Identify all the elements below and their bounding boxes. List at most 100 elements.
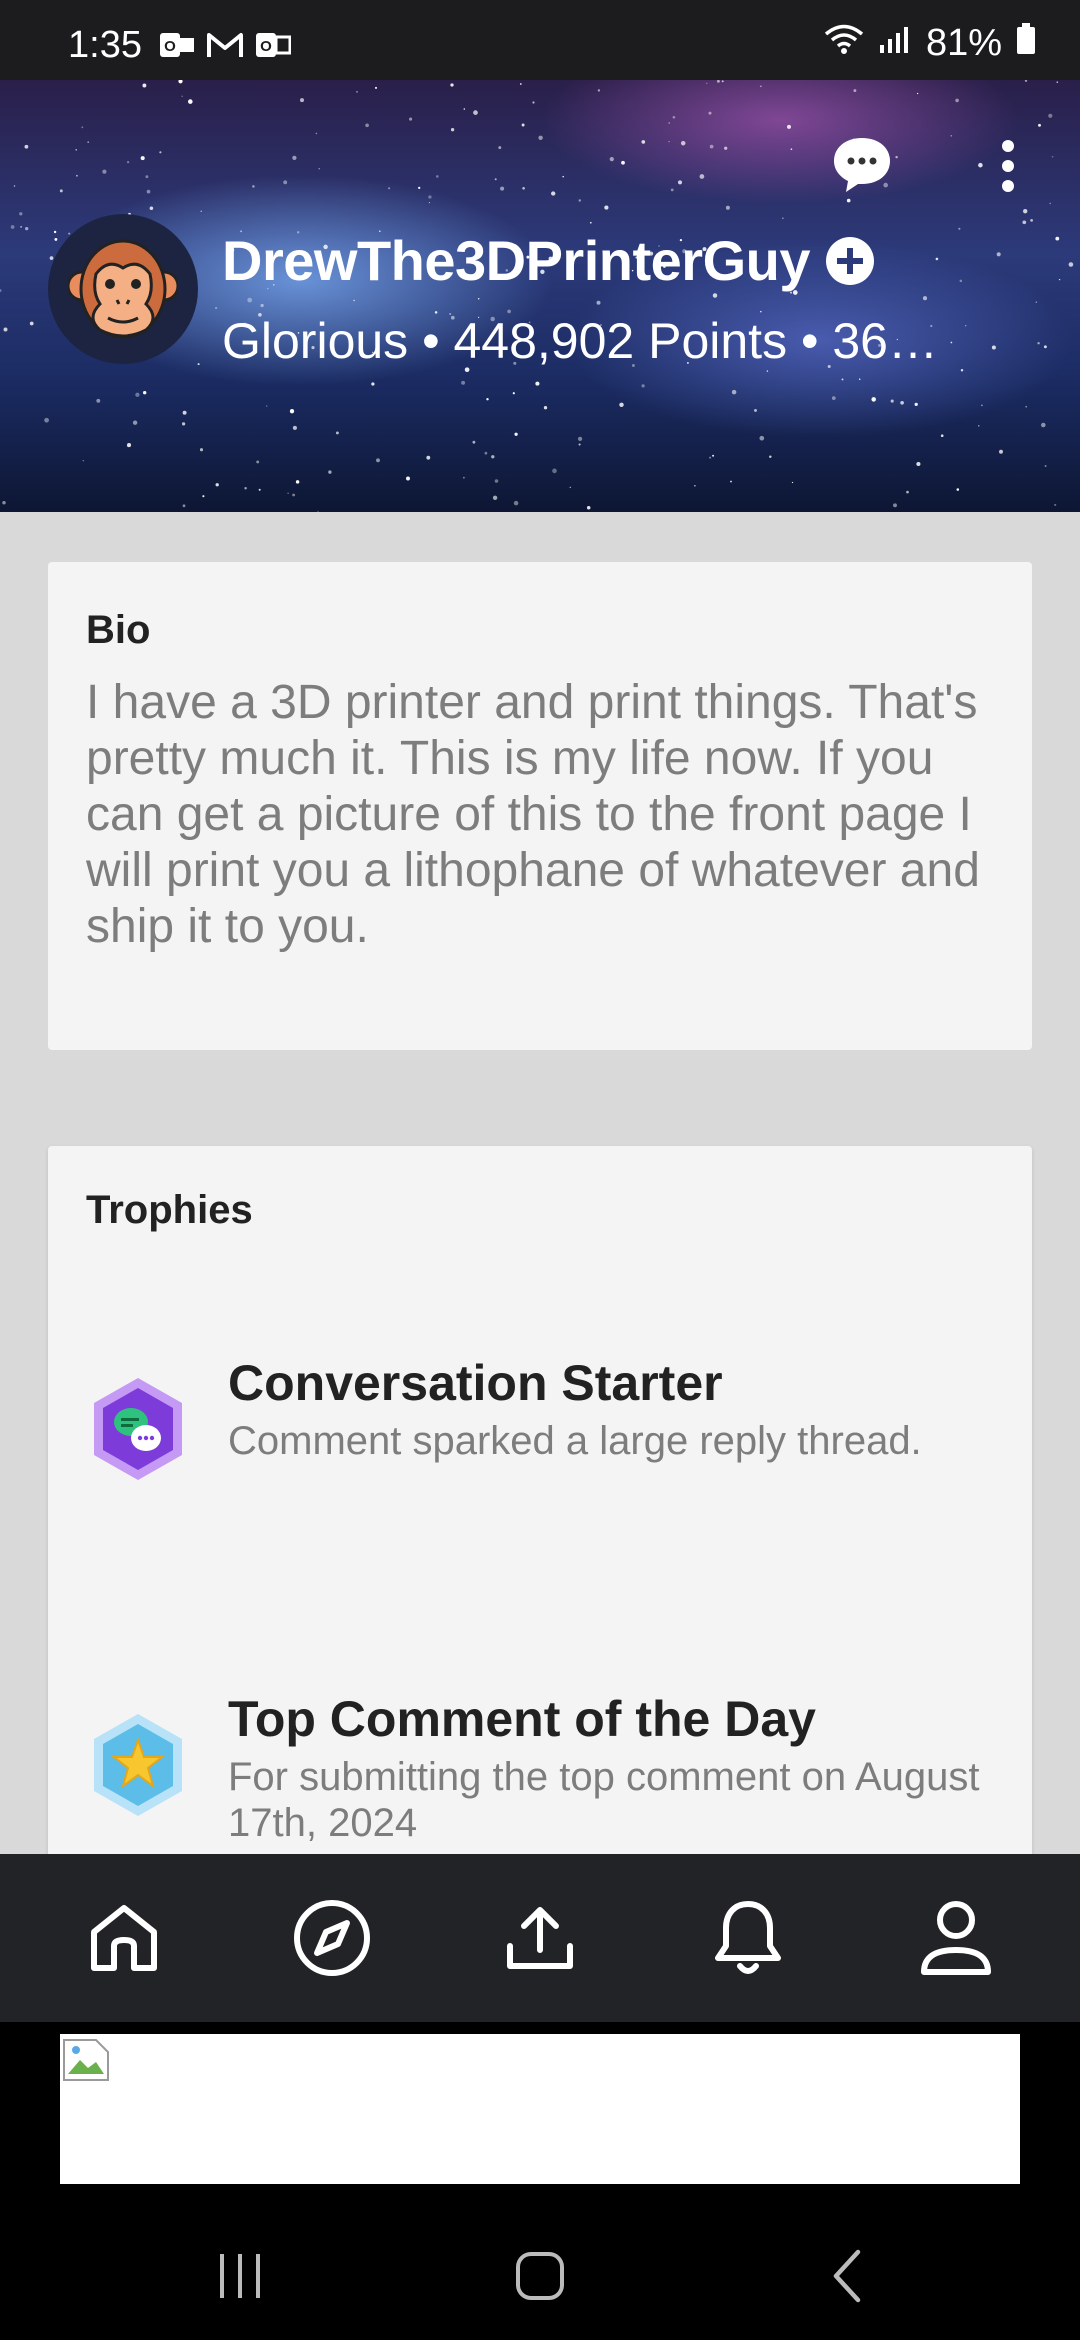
star: [178, 80, 183, 84]
star: [102, 169, 107, 174]
office-icon: O: [254, 28, 292, 62]
star: [538, 135, 543, 141]
trophy-name: Top Comment of the Day: [228, 1691, 816, 1747]
star: [1068, 262, 1074, 267]
star: [356, 91, 358, 93]
star: [409, 117, 413, 121]
bio-text: I have a 3D printer and print things. Th…: [86, 676, 980, 953]
star: [450, 83, 454, 87]
bio-card: Bio I have a 3D printer and print things…: [48, 562, 1032, 1050]
star: [955, 98, 959, 103]
star: [871, 397, 876, 402]
star: [754, 408, 757, 412]
star: [126, 160, 130, 164]
star: [895, 155, 898, 159]
star: [436, 175, 439, 178]
star: [188, 99, 193, 104]
back-icon[interactable]: [818, 2246, 878, 2306]
star: [463, 108, 466, 110]
star: [82, 459, 85, 462]
star: [484, 451, 488, 455]
outlook-icon: O: [158, 28, 196, 62]
star: [143, 391, 147, 395]
star: [149, 206, 154, 211]
star: [59, 189, 63, 193]
star: [492, 495, 498, 500]
profile-content[interactable]: Bio I have a 3D printer and print things…: [0, 512, 1080, 1854]
wifi-icon: [824, 22, 864, 65]
home-button-icon[interactable]: [510, 2246, 570, 2306]
star: [890, 399, 894, 403]
star: [569, 486, 572, 489]
star: [672, 115, 676, 119]
trophy-description: For submitting the top comment on August…: [228, 1755, 980, 1845]
home-icon[interactable]: [82, 1896, 166, 1980]
star: [428, 202, 430, 204]
star: [199, 448, 204, 452]
star: [935, 257, 939, 261]
star: [214, 306, 218, 310]
more-options-icon[interactable]: [992, 136, 1024, 196]
star: [766, 370, 769, 372]
star: [295, 480, 300, 484]
star: [1038, 123, 1041, 127]
avatar[interactable]: [48, 214, 198, 364]
star: [181, 422, 186, 426]
star: [29, 321, 34, 326]
star: [25, 226, 29, 231]
star: [916, 92, 919, 95]
star: [996, 252, 1001, 257]
star: [1056, 81, 1059, 83]
star: [586, 505, 591, 510]
add-follow-icon[interactable]: [824, 235, 876, 287]
star: [0, 289, 2, 292]
star: [283, 180, 288, 185]
ad-banner[interactable]: [60, 2034, 1020, 2184]
top-comment-trophy-icon: [88, 1710, 188, 1820]
star: [731, 389, 737, 395]
star: [1023, 209, 1028, 214]
trophy-item[interactable]: Top Comment of the Day For submitting th…: [88, 1690, 1008, 1854]
upload-icon[interactable]: [498, 1896, 582, 1980]
star: [787, 124, 791, 129]
star: [604, 205, 609, 210]
star: [486, 397, 489, 401]
star: [668, 140, 670, 143]
notifications-icon[interactable]: [706, 1896, 790, 1980]
star: [292, 425, 297, 430]
star: [619, 402, 624, 408]
star: [562, 175, 564, 178]
star: [292, 155, 297, 161]
star: [790, 148, 793, 151]
system-navigation: [0, 2212, 1080, 2340]
star: [514, 432, 518, 436]
username-row: DrewThe3DPrinterGuy: [222, 228, 876, 293]
star: [335, 431, 339, 435]
star: [388, 187, 391, 190]
star: [712, 293, 718, 298]
star: [200, 210, 202, 212]
star: [543, 406, 548, 410]
star: [376, 458, 380, 463]
recent-apps-icon[interactable]: [210, 2246, 270, 2306]
profile-icon[interactable]: [914, 1896, 998, 1980]
star: [782, 217, 784, 219]
star: [668, 122, 670, 124]
star: [260, 303, 264, 308]
trophy-item[interactable]: Conversation Starter Comment sparked a l…: [88, 1354, 1008, 1554]
star: [978, 162, 983, 168]
explore-icon[interactable]: [290, 1896, 374, 1980]
star: [956, 488, 960, 491]
star: [1043, 345, 1047, 349]
star: [371, 382, 375, 386]
star: [760, 85, 762, 88]
star: [353, 299, 355, 302]
signal-icon: [878, 22, 912, 65]
star: [1054, 503, 1057, 506]
chat-icon[interactable]: [830, 132, 894, 196]
star: [256, 460, 260, 464]
star: [716, 80, 720, 83]
star: [197, 363, 200, 366]
star: [513, 500, 519, 506]
monkey-avatar-icon: [68, 239, 178, 339]
